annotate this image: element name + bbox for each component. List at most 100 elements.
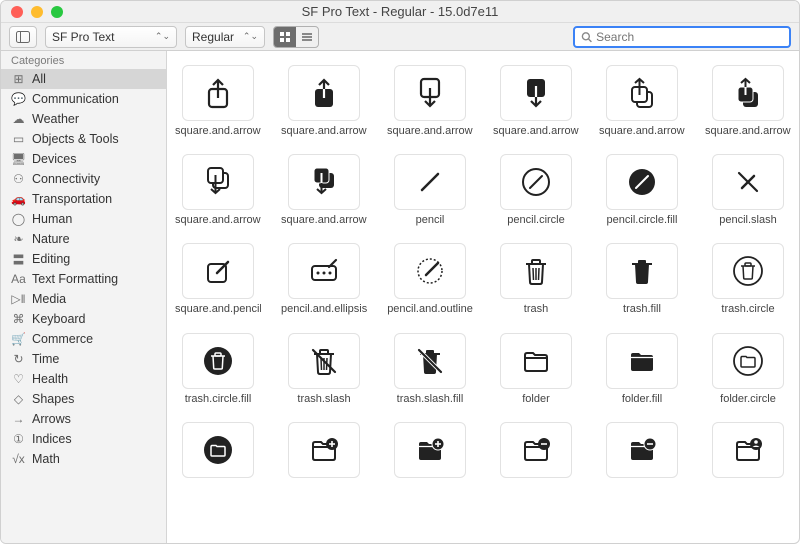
symbol-label: pencil.circle bbox=[507, 214, 564, 227]
symbol-thumbnail bbox=[394, 154, 466, 210]
sidebar-item-math[interactable]: √xMath bbox=[1, 449, 166, 469]
sidebar-item-arrows[interactable]: →Arrows bbox=[1, 409, 166, 429]
sidebar-item-objects-tools[interactable]: ▭Objects & Tools bbox=[1, 129, 166, 149]
sidebar-item-commerce[interactable]: 🛒Commerce bbox=[1, 329, 166, 349]
cart-icon: 🛒 bbox=[11, 333, 26, 346]
font-family-select[interactable]: SF Pro Text ⌃⌄ bbox=[45, 26, 177, 48]
symbol-cell[interactable] bbox=[174, 422, 262, 482]
sidebar-item-all[interactable]: ⊞All bbox=[1, 69, 166, 89]
sidebar-item-text-formatting[interactable]: Aa Text Formatting bbox=[1, 269, 166, 289]
symbol-label: pencil.and.ellipsis.rectan... bbox=[281, 303, 367, 316]
trash-circle-icon bbox=[731, 254, 765, 288]
sidebar-item-nature[interactable]: ❧Nature bbox=[1, 229, 166, 249]
close-window-button[interactable] bbox=[11, 6, 23, 18]
symbol-label: square.and.arrow.down bbox=[387, 125, 473, 138]
sidebar-item-label: Devices bbox=[32, 152, 76, 166]
speech-bubble-icon: 💬 bbox=[11, 93, 26, 106]
symbol-label: square.and.arrow.up bbox=[175, 125, 261, 138]
sidebar-item-health[interactable]: ♡Health bbox=[1, 369, 166, 389]
symbol-cell[interactable]: square.and.arrow.up bbox=[174, 65, 262, 138]
sidebar-item-indices[interactable]: ①Indices bbox=[1, 429, 166, 449]
symbol-cell[interactable]: trash.circle bbox=[704, 243, 792, 316]
symbol-cell[interactable]: folder.circle bbox=[704, 333, 792, 406]
symbol-label: trash bbox=[524, 303, 548, 316]
sidebar-item-media[interactable]: ▷ǁMedia bbox=[1, 289, 166, 309]
grid-icon bbox=[279, 31, 291, 43]
pencil-icon bbox=[413, 165, 447, 199]
sidebar-item-devices[interactable]: 🖥Devices bbox=[1, 149, 166, 169]
symbol-cell[interactable]: square.and.arrow.up.on.s... bbox=[704, 65, 792, 138]
sidebar-item-transportation[interactable]: 🚗Transportation bbox=[1, 189, 166, 209]
list-view-button[interactable] bbox=[296, 27, 318, 47]
symbol-cell[interactable] bbox=[386, 422, 474, 482]
symbol-cell[interactable]: square.and.arrow.up.fill bbox=[280, 65, 368, 138]
symbol-cell[interactable]: trash bbox=[492, 243, 580, 316]
symbol-cell[interactable]: pencil.circle bbox=[492, 154, 580, 227]
pencil-slash-icon bbox=[731, 165, 765, 199]
sidebar-item-keyboard[interactable]: ⌘Keyboard bbox=[1, 309, 166, 329]
heart-icon: ♡ bbox=[11, 373, 26, 386]
symbol-cell[interactable]: pencil bbox=[386, 154, 474, 227]
symbol-grid-scroller[interactable]: square.and.arrow.up square.and.arrow.up.f… bbox=[167, 51, 799, 543]
window-controls bbox=[11, 6, 63, 18]
sidebar: Categories ⊞All💬Communication☁︎Weather▭O… bbox=[1, 51, 167, 543]
symbol-cell[interactable]: trash.slash bbox=[280, 333, 368, 406]
text-formatting-icon: Aa bbox=[11, 273, 26, 286]
grid-view-button[interactable] bbox=[274, 27, 296, 47]
shape-icon: ◇ bbox=[11, 393, 26, 406]
symbol-cell[interactable]: square.and.arrow.down.o... bbox=[174, 154, 262, 227]
symbol-cell[interactable]: pencil.and.ellipsis.rectan... bbox=[280, 243, 368, 316]
symbol-cell[interactable] bbox=[704, 422, 792, 482]
symbol-label: pencil.slash bbox=[719, 214, 776, 227]
sidebar-item-weather[interactable]: ☁︎Weather bbox=[1, 109, 166, 129]
cloud-icon: ☁︎ bbox=[11, 113, 26, 126]
sidebar-item-shapes[interactable]: ◇Shapes bbox=[1, 389, 166, 409]
symbol-cell[interactable]: trash.slash.fill bbox=[386, 333, 474, 406]
symbol-cell[interactable] bbox=[598, 422, 686, 482]
pencil-circle-icon bbox=[519, 165, 553, 199]
symbol-cell[interactable]: square.and.arrow.up.on.s... bbox=[598, 65, 686, 138]
symbol-thumbnail bbox=[288, 154, 360, 210]
font-weight-select[interactable]: Regular ⌃⌄ bbox=[185, 26, 265, 48]
search-field[interactable] bbox=[573, 26, 791, 48]
sidebar-toggle-button[interactable] bbox=[9, 26, 37, 48]
symbol-cell[interactable] bbox=[492, 422, 580, 482]
sidebar-item-connectivity[interactable]: ⚇Connectivity bbox=[1, 169, 166, 189]
symbol-cell[interactable]: square.and.arrow.down bbox=[386, 65, 474, 138]
body: Categories ⊞All💬Communication☁︎Weather▭O… bbox=[1, 51, 799, 543]
symbol-cell[interactable]: pencil.circle.fill bbox=[598, 154, 686, 227]
symbol-label: pencil.and.outline bbox=[387, 303, 473, 316]
symbol-label: trash.fill bbox=[623, 303, 661, 316]
symbol-cell[interactable]: trash.fill bbox=[598, 243, 686, 316]
sidebar-item-time[interactable]: ↻Time bbox=[1, 349, 166, 369]
sidebar-item-editing[interactable]: 〓Editing bbox=[1, 249, 166, 269]
symbol-grid: square.and.arrow.up square.and.arrow.up.f… bbox=[167, 51, 799, 496]
symbol-cell[interactable]: square.and.pencil bbox=[174, 243, 262, 316]
symbol-cell[interactable]: folder bbox=[492, 333, 580, 406]
pencil-ellipsis-icon bbox=[307, 254, 341, 288]
trash-slash-icon bbox=[307, 344, 341, 378]
search-input[interactable] bbox=[596, 30, 783, 44]
sidebar-item-label: Arrows bbox=[32, 412, 71, 426]
symbol-cell[interactable]: pencil.and.outline bbox=[386, 243, 474, 316]
sidebar-item-label: Objects & Tools bbox=[32, 132, 119, 146]
view-mode-segmented bbox=[273, 26, 319, 48]
sidebar-item-human[interactable]: ◯Human bbox=[1, 209, 166, 229]
sidebar-item-label: Nature bbox=[32, 232, 70, 246]
minimize-window-button[interactable] bbox=[31, 6, 43, 18]
symbol-thumbnail bbox=[606, 422, 678, 478]
list-icon bbox=[301, 31, 313, 43]
symbol-cell[interactable] bbox=[280, 422, 368, 482]
share-up-icon bbox=[201, 76, 235, 110]
symbol-cell[interactable]: trash.circle.fill bbox=[174, 333, 262, 406]
titlebar: SF Pro Text - Regular - 15.0d7e11 bbox=[1, 1, 799, 23]
symbol-thumbnail bbox=[606, 333, 678, 389]
zoom-window-button[interactable] bbox=[51, 6, 63, 18]
symbol-thumbnail bbox=[288, 333, 360, 389]
sidebar-item-communication[interactable]: 💬Communication bbox=[1, 89, 166, 109]
symbol-cell[interactable]: square.and.arrow.down.fill bbox=[492, 65, 580, 138]
symbol-cell[interactable]: square.and.arrow.down.o... bbox=[280, 154, 368, 227]
symbol-cell[interactable]: pencil.slash bbox=[704, 154, 792, 227]
symbol-cell[interactable]: folder.fill bbox=[598, 333, 686, 406]
sidebar-item-label: Text Formatting bbox=[32, 272, 118, 286]
